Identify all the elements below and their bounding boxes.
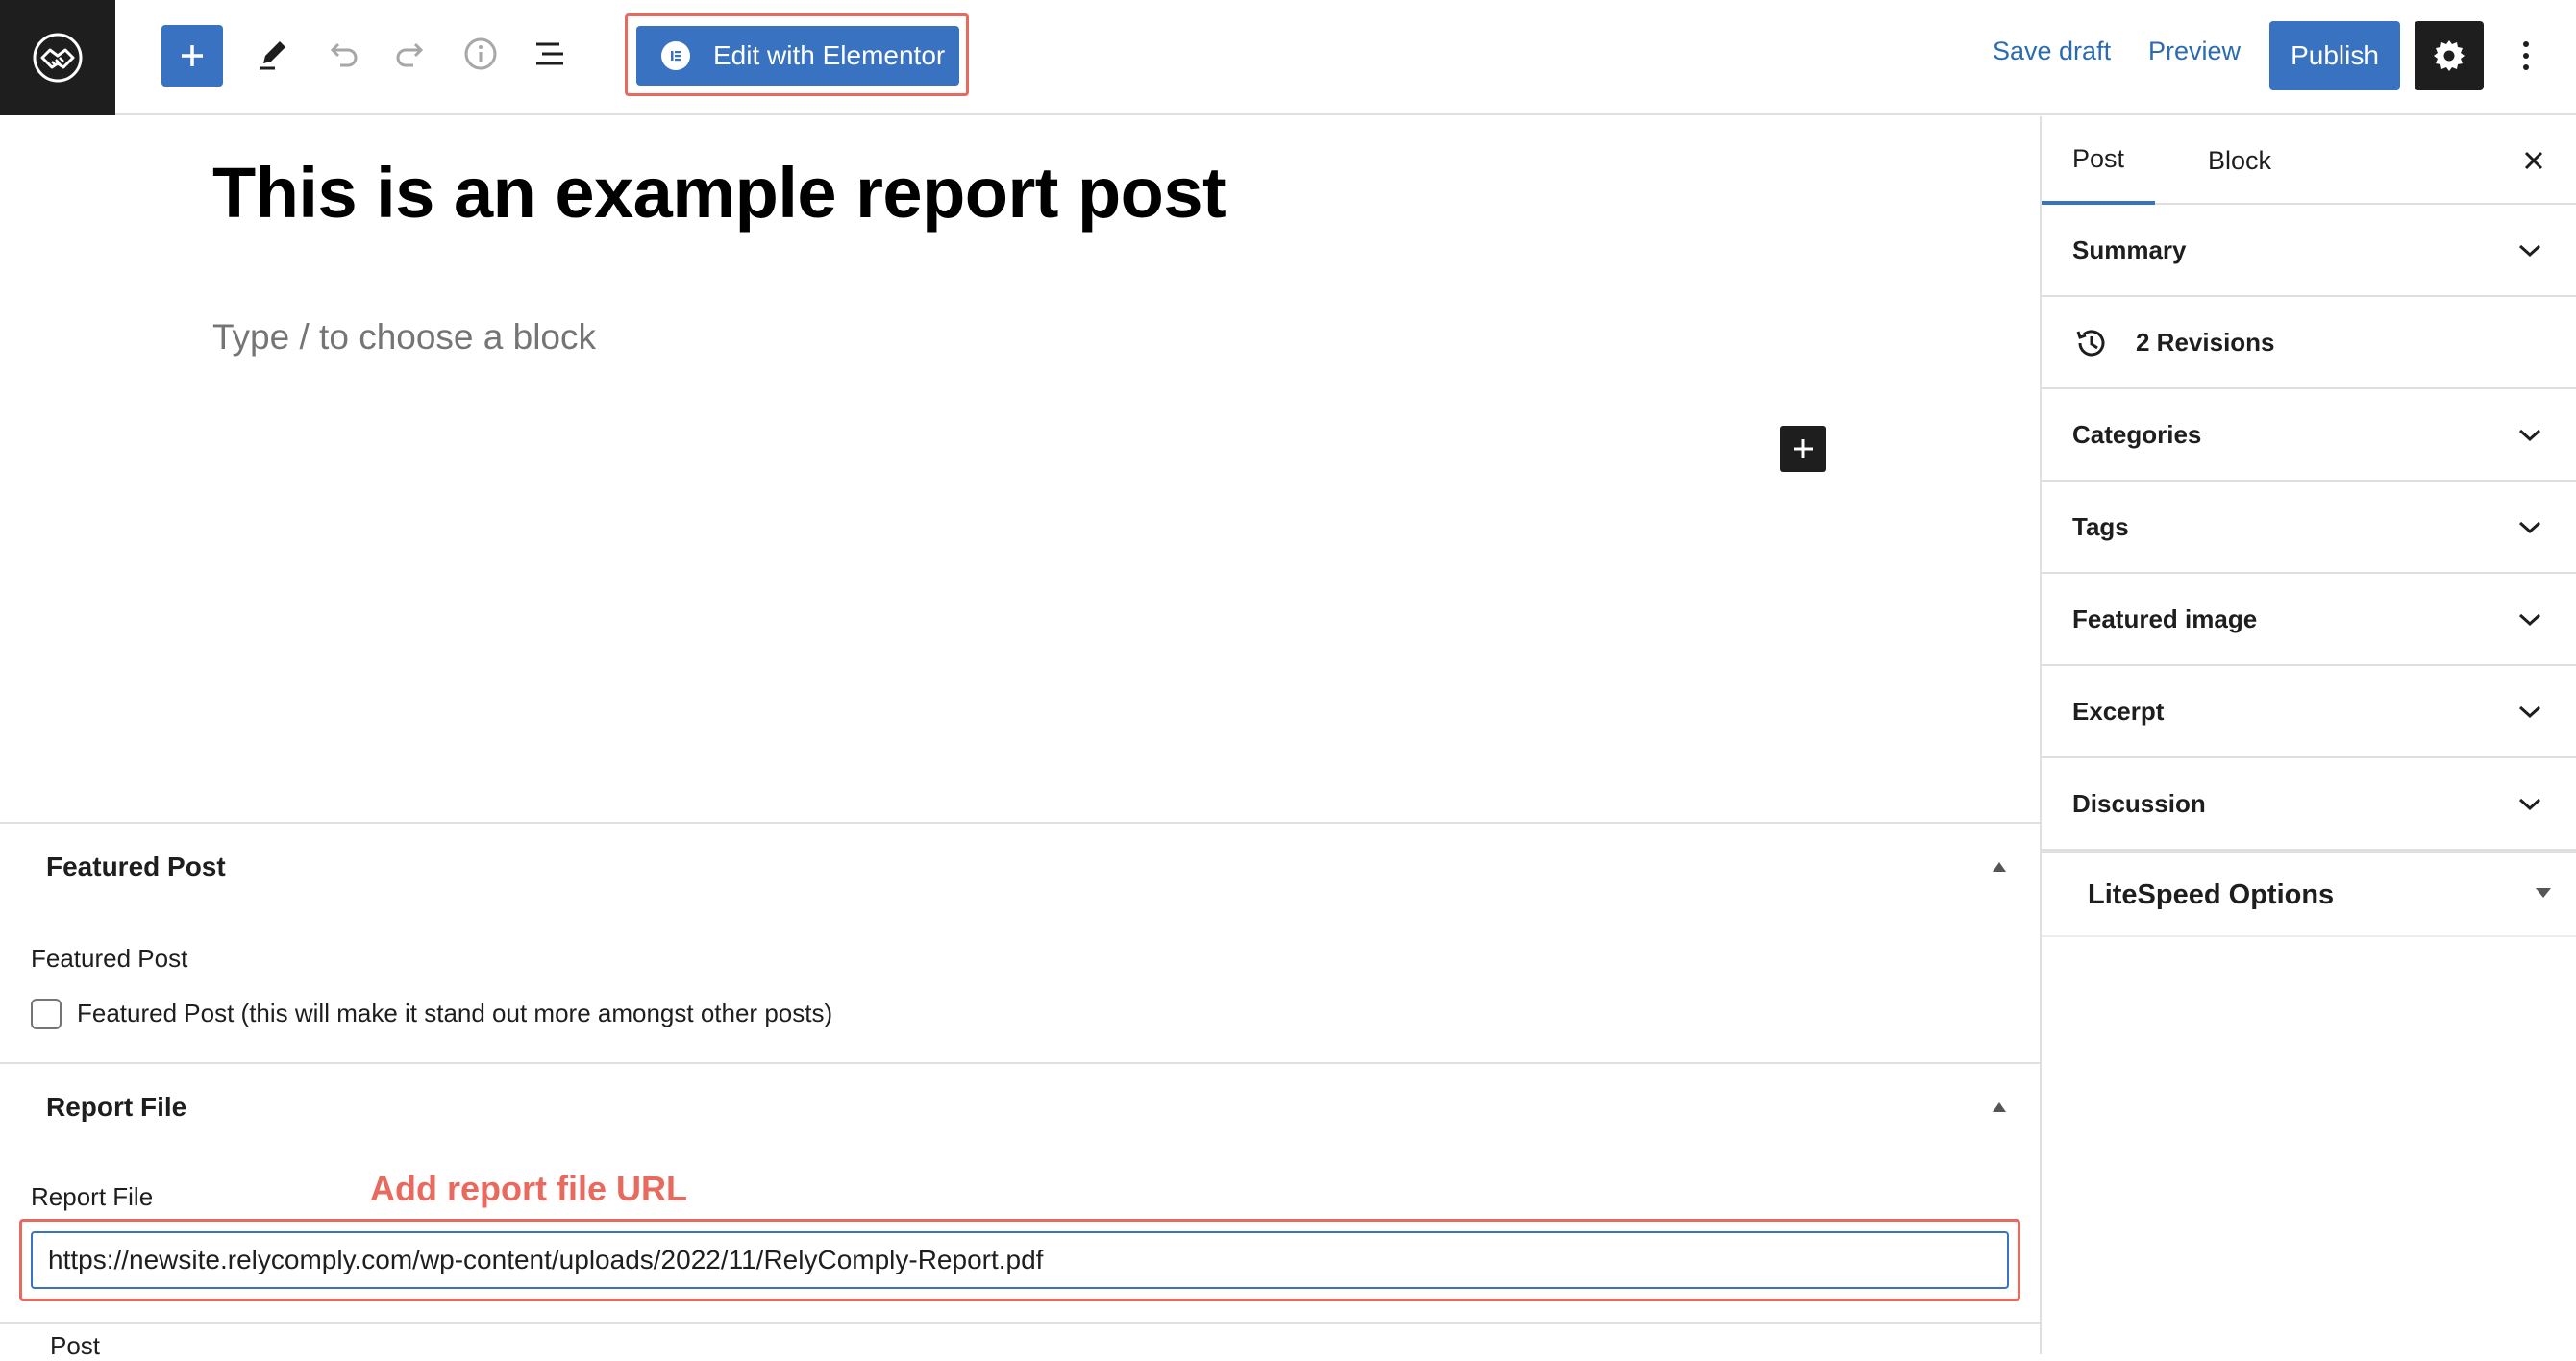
report-file-annotation: Add report file URL — [370, 1169, 687, 1208]
tools-button[interactable] — [240, 21, 306, 87]
info-icon — [464, 37, 497, 70]
tags-panel-title: Tags — [2072, 512, 2129, 541]
gear-icon — [2434, 40, 2465, 71]
triangle-up-icon — [1993, 862, 2006, 872]
redo-icon — [396, 42, 424, 67]
tab-post[interactable]: Post — [2042, 116, 2155, 205]
details-button[interactable] — [448, 21, 513, 87]
block-placeholder[interactable]: Type / to choose a block — [212, 317, 596, 358]
chevron-down-icon — [2511, 693, 2549, 731]
preview-button[interactable]: Preview — [2148, 37, 2241, 66]
settings-sidebar: Post Block Summary 2 Revisions Categorie… — [2040, 116, 2576, 1354]
summary-panel-title: Summary — [2072, 235, 2187, 264]
save-draft-button[interactable]: Save draft — [1993, 37, 2111, 66]
undo-icon — [330, 42, 358, 67]
report-file-metabox-title[interactable]: Report File — [46, 1092, 186, 1123]
litespeed-options-panel[interactable]: LiteSpeed Options — [2042, 851, 2576, 937]
triangle-up-icon — [1993, 1102, 2006, 1112]
featured-image-panel-title: Featured image — [2072, 605, 2258, 633]
editor-header: Edit with Elementor Save draft Preview P… — [0, 0, 2576, 115]
metabox-divider — [0, 1062, 2040, 1064]
revisions-label: 2 Revisions — [2136, 328, 2275, 357]
list-view-icon — [536, 42, 563, 65]
discussion-panel[interactable]: Discussion — [2042, 758, 2576, 851]
more-vertical-icon — [2523, 41, 2529, 70]
tab-block[interactable]: Block — [2178, 116, 2301, 205]
summary-panel[interactable]: Summary — [2042, 205, 2576, 297]
site-logo-button[interactable] — [0, 0, 115, 115]
add-block-button[interactable] — [1780, 426, 1826, 472]
edit-with-elementor-label: Edit with Elementor — [713, 40, 946, 70]
report-file-url-input[interactable] — [31, 1231, 2009, 1289]
report-file-collapse-toggle[interactable] — [1990, 1098, 2009, 1117]
block-inserter-button[interactable] — [161, 25, 223, 87]
featured-post-metabox-title[interactable]: Featured Post — [46, 852, 226, 882]
publish-button[interactable]: Publish — [2269, 21, 2400, 90]
elementor-logo-icon — [661, 41, 690, 70]
featured-post-collapse-toggle[interactable] — [1990, 857, 2009, 877]
breadcrumb[interactable]: Post — [50, 1331, 100, 1361]
report-file-field-label: Report File — [31, 1182, 154, 1211]
chevron-down-icon — [2511, 601, 2549, 639]
excerpt-panel[interactable]: Excerpt — [2042, 666, 2576, 758]
chevron-down-icon — [2511, 232, 2549, 270]
redo-button[interactable] — [379, 21, 444, 87]
litespeed-options-title: LiteSpeed Options — [2088, 879, 2335, 910]
revisions-row[interactable]: 2 Revisions — [2042, 297, 2576, 389]
tags-panel[interactable]: Tags — [2042, 482, 2576, 574]
chevron-down-icon — [2511, 416, 2549, 455]
elementor-highlight-box: Edit with Elementor — [625, 13, 969, 96]
post-title[interactable]: This is an example report post — [212, 152, 1226, 234]
list-view-button[interactable] — [517, 21, 582, 87]
excerpt-panel-title: Excerpt — [2072, 697, 2165, 726]
report-file-highlight-box — [19, 1219, 2020, 1301]
chevron-down-icon — [2511, 508, 2549, 547]
settings-button[interactable] — [2415, 21, 2484, 90]
history-icon — [2070, 322, 2113, 364]
chevron-down-icon — [2511, 785, 2549, 824]
pencil-icon — [260, 41, 285, 70]
close-sidebar-button[interactable] — [2513, 139, 2555, 182]
handshake-logo-icon — [33, 33, 83, 83]
options-menu-button[interactable] — [2507, 21, 2545, 90]
editor-footer: Post — [0, 1322, 2040, 1360]
triangle-down-icon — [2532, 881, 2555, 904]
featured-image-panel[interactable]: Featured image — [2042, 574, 2576, 666]
edit-with-elementor-button[interactable]: Edit with Elementor — [636, 26, 959, 86]
featured-post-field-label: Featured Post — [31, 944, 188, 973]
undo-button[interactable] — [310, 21, 375, 87]
categories-panel-title: Categories — [2072, 420, 2202, 449]
featured-post-checkbox[interactable] — [31, 999, 62, 1029]
plus-icon — [1794, 439, 1813, 458]
close-icon — [2524, 151, 2543, 170]
categories-panel[interactable]: Categories — [2042, 389, 2576, 482]
discussion-panel-title: Discussion — [2072, 789, 2206, 818]
sidebar-tabs: Post Block — [2042, 116, 2576, 205]
featured-post-checkbox-label[interactable]: Featured Post (this will make it stand o… — [77, 999, 832, 1028]
plus-icon — [182, 45, 203, 66]
